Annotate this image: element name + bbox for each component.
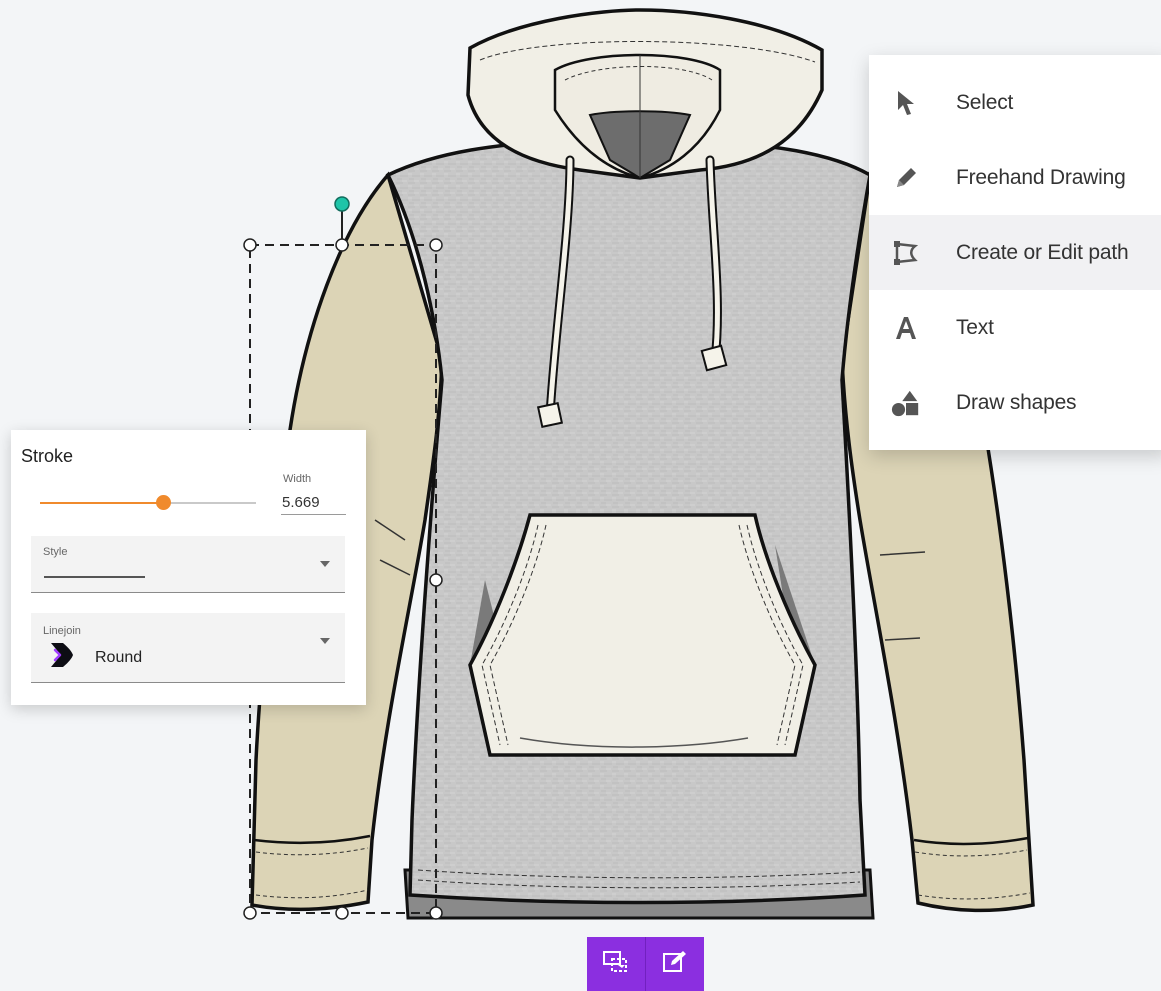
stroke-panel-title: Stroke bbox=[21, 446, 74, 466]
style-label: Style bbox=[43, 546, 68, 558]
rotate-handle[interactable] bbox=[334, 196, 350, 212]
resize-handle-bc[interactable] bbox=[335, 906, 349, 920]
resize-handle-tr[interactable] bbox=[429, 238, 443, 252]
stroke-panel: Stroke Width Style Linejoin Round bbox=[11, 430, 366, 705]
stroke-width-slider-fill bbox=[40, 502, 164, 504]
tool-freehand-label: Freehand Drawing bbox=[956, 165, 1126, 189]
pencil-icon bbox=[891, 163, 921, 193]
style-select[interactable]: Style bbox=[31, 536, 345, 593]
bezier-path-icon bbox=[891, 238, 921, 268]
edit-button[interactable] bbox=[646, 937, 704, 991]
edit-note-icon bbox=[661, 949, 689, 980]
style-solid-line-preview bbox=[44, 576, 145, 578]
width-input[interactable] bbox=[281, 490, 346, 515]
bottom-toolbar bbox=[587, 937, 704, 991]
shapes-icon bbox=[891, 388, 921, 418]
resize-handle-tl[interactable] bbox=[243, 238, 257, 252]
resize-handle-bl[interactable] bbox=[243, 906, 257, 920]
linejoin-label: Linejoin bbox=[43, 625, 81, 637]
stroke-width-slider-thumb[interactable] bbox=[156, 495, 172, 510]
transform-select-icon bbox=[602, 949, 630, 980]
linejoin-value: Round bbox=[95, 649, 143, 666]
tool-create-edit-path[interactable]: Create or Edit path bbox=[869, 215, 1161, 290]
resize-handle-tc[interactable] bbox=[335, 238, 349, 252]
linejoin-select[interactable]: Linejoin Round bbox=[31, 613, 345, 683]
resize-handle-mr[interactable] bbox=[429, 573, 443, 587]
text-a-icon bbox=[891, 313, 921, 343]
tool-create-edit-path-label: Create or Edit path bbox=[956, 240, 1129, 264]
tool-draw-shapes[interactable]: Draw shapes bbox=[869, 365, 1161, 440]
round-join-icon bbox=[47, 640, 77, 670]
width-label: Width bbox=[283, 473, 312, 485]
tool-menu: Select Freehand Drawing Create or Edit p… bbox=[869, 55, 1161, 450]
tool-draw-shapes-label: Draw shapes bbox=[956, 390, 1077, 414]
linejoin-dropdown-arrow-icon bbox=[320, 638, 330, 644]
tool-select-label: Select bbox=[956, 90, 1014, 114]
tool-text-label: Text bbox=[956, 315, 994, 339]
tool-text[interactable]: Text bbox=[869, 290, 1161, 365]
hoodie-kangaroo-pocket bbox=[468, 513, 817, 757]
cursor-arrow-icon bbox=[891, 88, 921, 118]
stroke-width-slider[interactable] bbox=[40, 495, 256, 510]
resize-handle-br[interactable] bbox=[429, 906, 443, 920]
tool-freehand[interactable]: Freehand Drawing bbox=[869, 140, 1161, 215]
style-dropdown-arrow-icon bbox=[320, 561, 330, 567]
transform-select-button[interactable] bbox=[587, 937, 646, 991]
tool-select[interactable]: Select bbox=[869, 65, 1161, 140]
